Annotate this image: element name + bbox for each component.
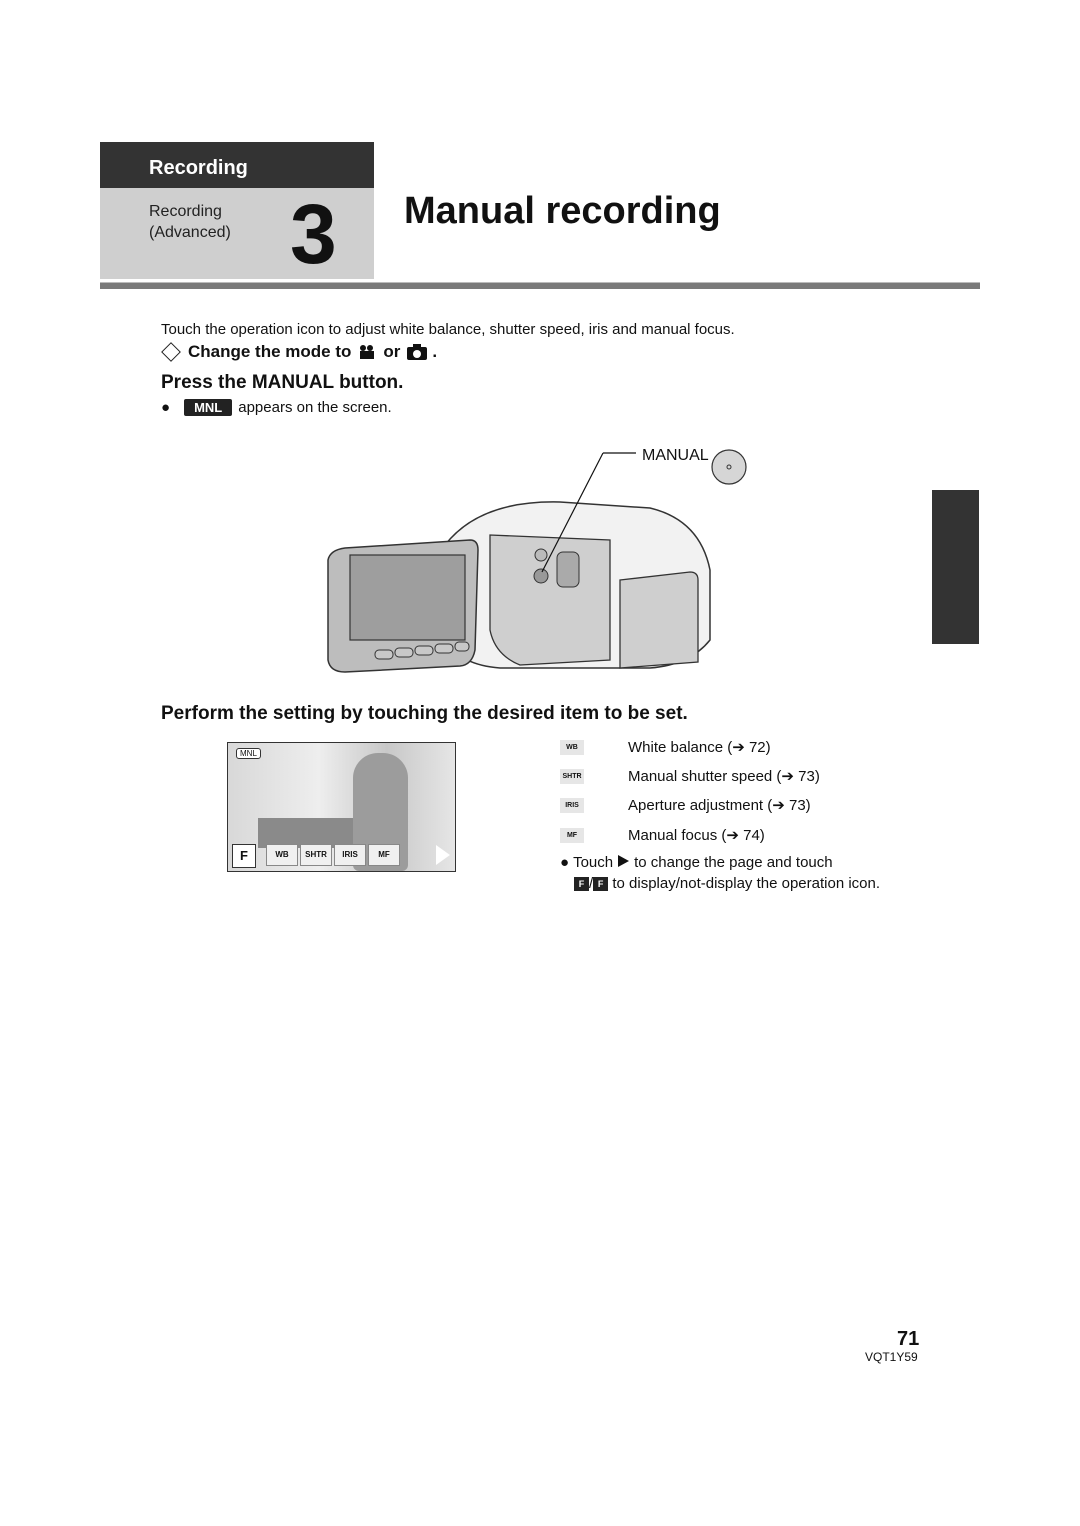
section-tab: Recording [100,142,374,188]
mnl-badge: MNL [184,399,233,416]
list-item: IRIS Aperture adjustment (➔ 73) [560,796,900,816]
lcd-iris-button[interactable]: IRIS [334,844,366,866]
manual-button-icon [711,449,747,485]
chapter-number: 3 [290,187,337,281]
mnl-note: ● MNL appears on the screen. [161,399,392,416]
lcd-shtr-button[interactable]: SHTR [300,844,332,866]
list-item: WB White balance (➔ 72) [560,738,900,758]
lcd-mnl-tag: MNL [236,748,261,759]
intro-text: Touch the operation icon to adjust white… [161,321,735,338]
photo-mode-icon [406,344,428,360]
step-press-manual: Press the MANUAL button. [161,372,404,393]
section-label: Recording [149,157,248,179]
subsection-label: Recording (Advanced) [149,203,231,241]
lcd-wb-button[interactable]: WB [266,844,298,866]
document-code: VQT1Y59 [865,1350,918,1364]
lcd-screen-preview: MNL F WB SHTR IRIS MF [227,742,456,872]
manual-button [533,568,549,584]
show-icons-icon: F [593,877,609,892]
page-change-note: ● Touch to change the page and touch F / F t… [560,854,881,892]
lcd-mf-button[interactable]: MF [368,844,400,866]
subsection-box: Recording (Advanced) 3 [100,187,374,281]
iris-icon: IRIS [560,798,584,813]
movie-mode-icon [357,344,377,360]
mode-instruction: Change the mode to or . [161,342,437,362]
page-title: Manual recording [404,190,721,232]
side-thumb-tab [932,490,979,644]
title-rule [100,282,980,289]
wb-icon: WB [560,740,584,755]
next-page-arrow-icon[interactable] [436,845,450,865]
step-perform-setting: Perform the setting by touching the desi… [161,703,688,724]
hide-icons-icon: F [574,877,589,892]
manual-callout-label: MANUAL [642,447,709,464]
lcd-f-button[interactable]: F [232,844,256,868]
list-item: SHTR Manual shutter speed (➔ 73) [560,767,900,787]
camcorder-illustration: MANUAL [327,447,747,673]
diamond-icon [161,342,181,362]
mf-icon: MF [560,828,584,843]
bullet: ● [560,854,570,871]
list-item: MF Manual focus (➔ 74) [560,826,900,846]
bullet: ● [161,399,171,416]
page-number: 71 [897,1328,920,1350]
shtr-icon: SHTR [560,769,584,784]
play-arrow-icon [618,855,630,867]
